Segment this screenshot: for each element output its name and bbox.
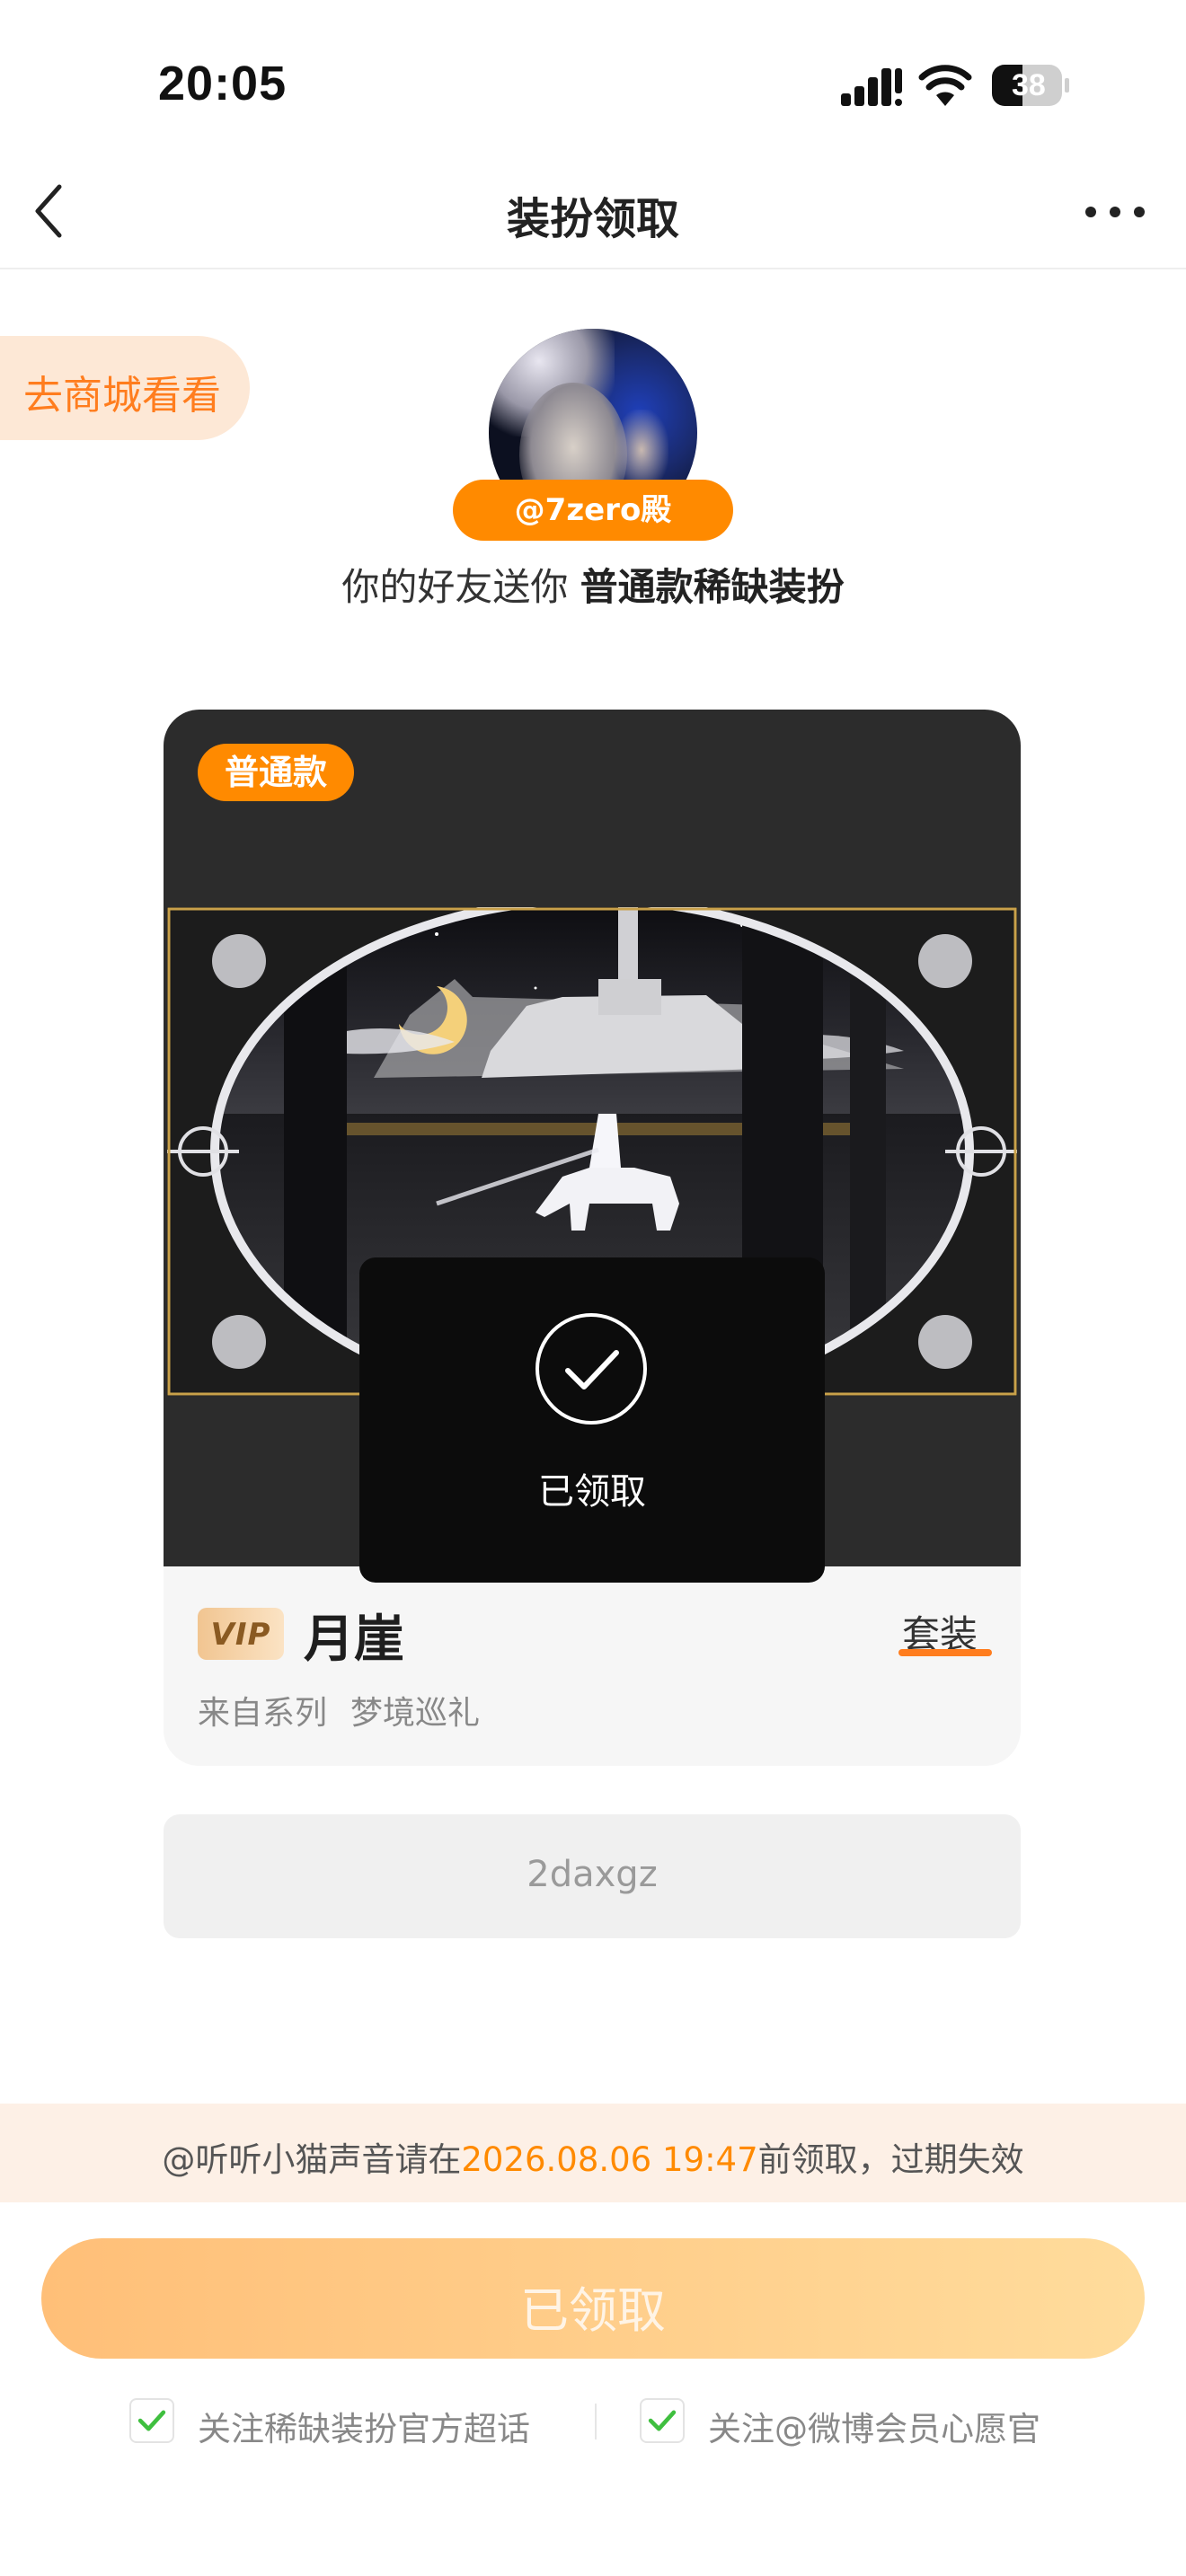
go-to-shop-label: 去商城看看 <box>23 373 221 419</box>
page-title: 装扮领取 <box>506 194 679 244</box>
cellular-signal-icon <box>841 68 902 106</box>
series-name[interactable]: 梦境巡礼 <box>350 1695 480 1732</box>
redeem-code-box[interactable]: 2daxgz <box>164 1814 1021 1938</box>
claimed-overlay: 已领取 <box>359 1257 825 1583</box>
vip-badge: VIP <box>198 1608 284 1660</box>
check-circle-icon <box>535 1313 647 1425</box>
gift-subtitle-prefix: 你的好友送你 <box>341 565 580 609</box>
tier-badge: 普通款 <box>198 744 354 801</box>
set-link-underline <box>898 1649 992 1656</box>
checkmark-icon <box>137 2410 166 2431</box>
claim-button-label: 已领取 <box>520 2282 666 2339</box>
notice-deadline: 2026.08.06 19:47 <box>461 2140 758 2179</box>
series-info: 来自系列 梦境巡礼 <box>198 1687 480 1734</box>
checkmark-icon <box>648 2410 677 2431</box>
follow-supertopic-label: 关注稀缺装扮官方超话 <box>198 2410 530 2448</box>
notice-suffix: 前领取，过期失效 <box>757 2140 1024 2179</box>
vip-badge-label: VIP <box>210 1617 271 1653</box>
checkbox-official[interactable] <box>640 2398 685 2443</box>
deadline-notice: @听听小猫声音请在2026.08.06 19:47前领取，过期失效 <box>0 2104 1186 2202</box>
gift-subtitle: 你的好友送你 普通款稀缺装扮 <box>0 557 1186 612</box>
outfit-card[interactable]: 普通款 已领取 VIP 月崖 套装 来自系列 梦境巡礼 <box>164 710 1021 1766</box>
claim-button[interactable]: 已领取 <box>41 2238 1145 2359</box>
follow-options-divider <box>595 2404 597 2439</box>
more-options-icon[interactable] <box>1084 203 1146 221</box>
go-to-shop-button[interactable]: 去商城看看 <box>0 336 250 440</box>
avatar-hand-shape <box>615 410 668 490</box>
follow-option-supertopic[interactable]: 关注稀缺装扮官方超话 <box>129 2398 561 2448</box>
battery-level: 38 <box>1012 68 1046 102</box>
checkbox-supertopic[interactable] <box>129 2398 174 2443</box>
status-time: 20:05 <box>158 57 288 110</box>
sender-username-tag[interactable]: @7zero殿 <box>453 480 733 541</box>
follow-official-label: 关注@微博会员心愿官 <box>708 2410 1040 2448</box>
redeem-code-value: 2daxgz <box>527 1854 658 1895</box>
battery-indicator: 38 <box>990 63 1071 108</box>
gift-item-type: 普通款稀缺装扮 <box>580 565 845 609</box>
outfit-name: 月崖 <box>304 1610 404 1669</box>
deadline-notice-text: @听听小猫声音请在2026.08.06 19:47前领取，过期失效 <box>0 2132 1186 2181</box>
series-label: 来自系列 <box>198 1695 328 1732</box>
nav-divider <box>0 268 1186 269</box>
follow-option-official[interactable]: 关注@微博会员心愿官 <box>640 2398 1071 2448</box>
notice-prefix: @听听小猫声音请在 <box>162 2140 462 2179</box>
wifi-icon <box>918 65 972 106</box>
claimed-status-text: 已领取 <box>538 1471 646 1513</box>
